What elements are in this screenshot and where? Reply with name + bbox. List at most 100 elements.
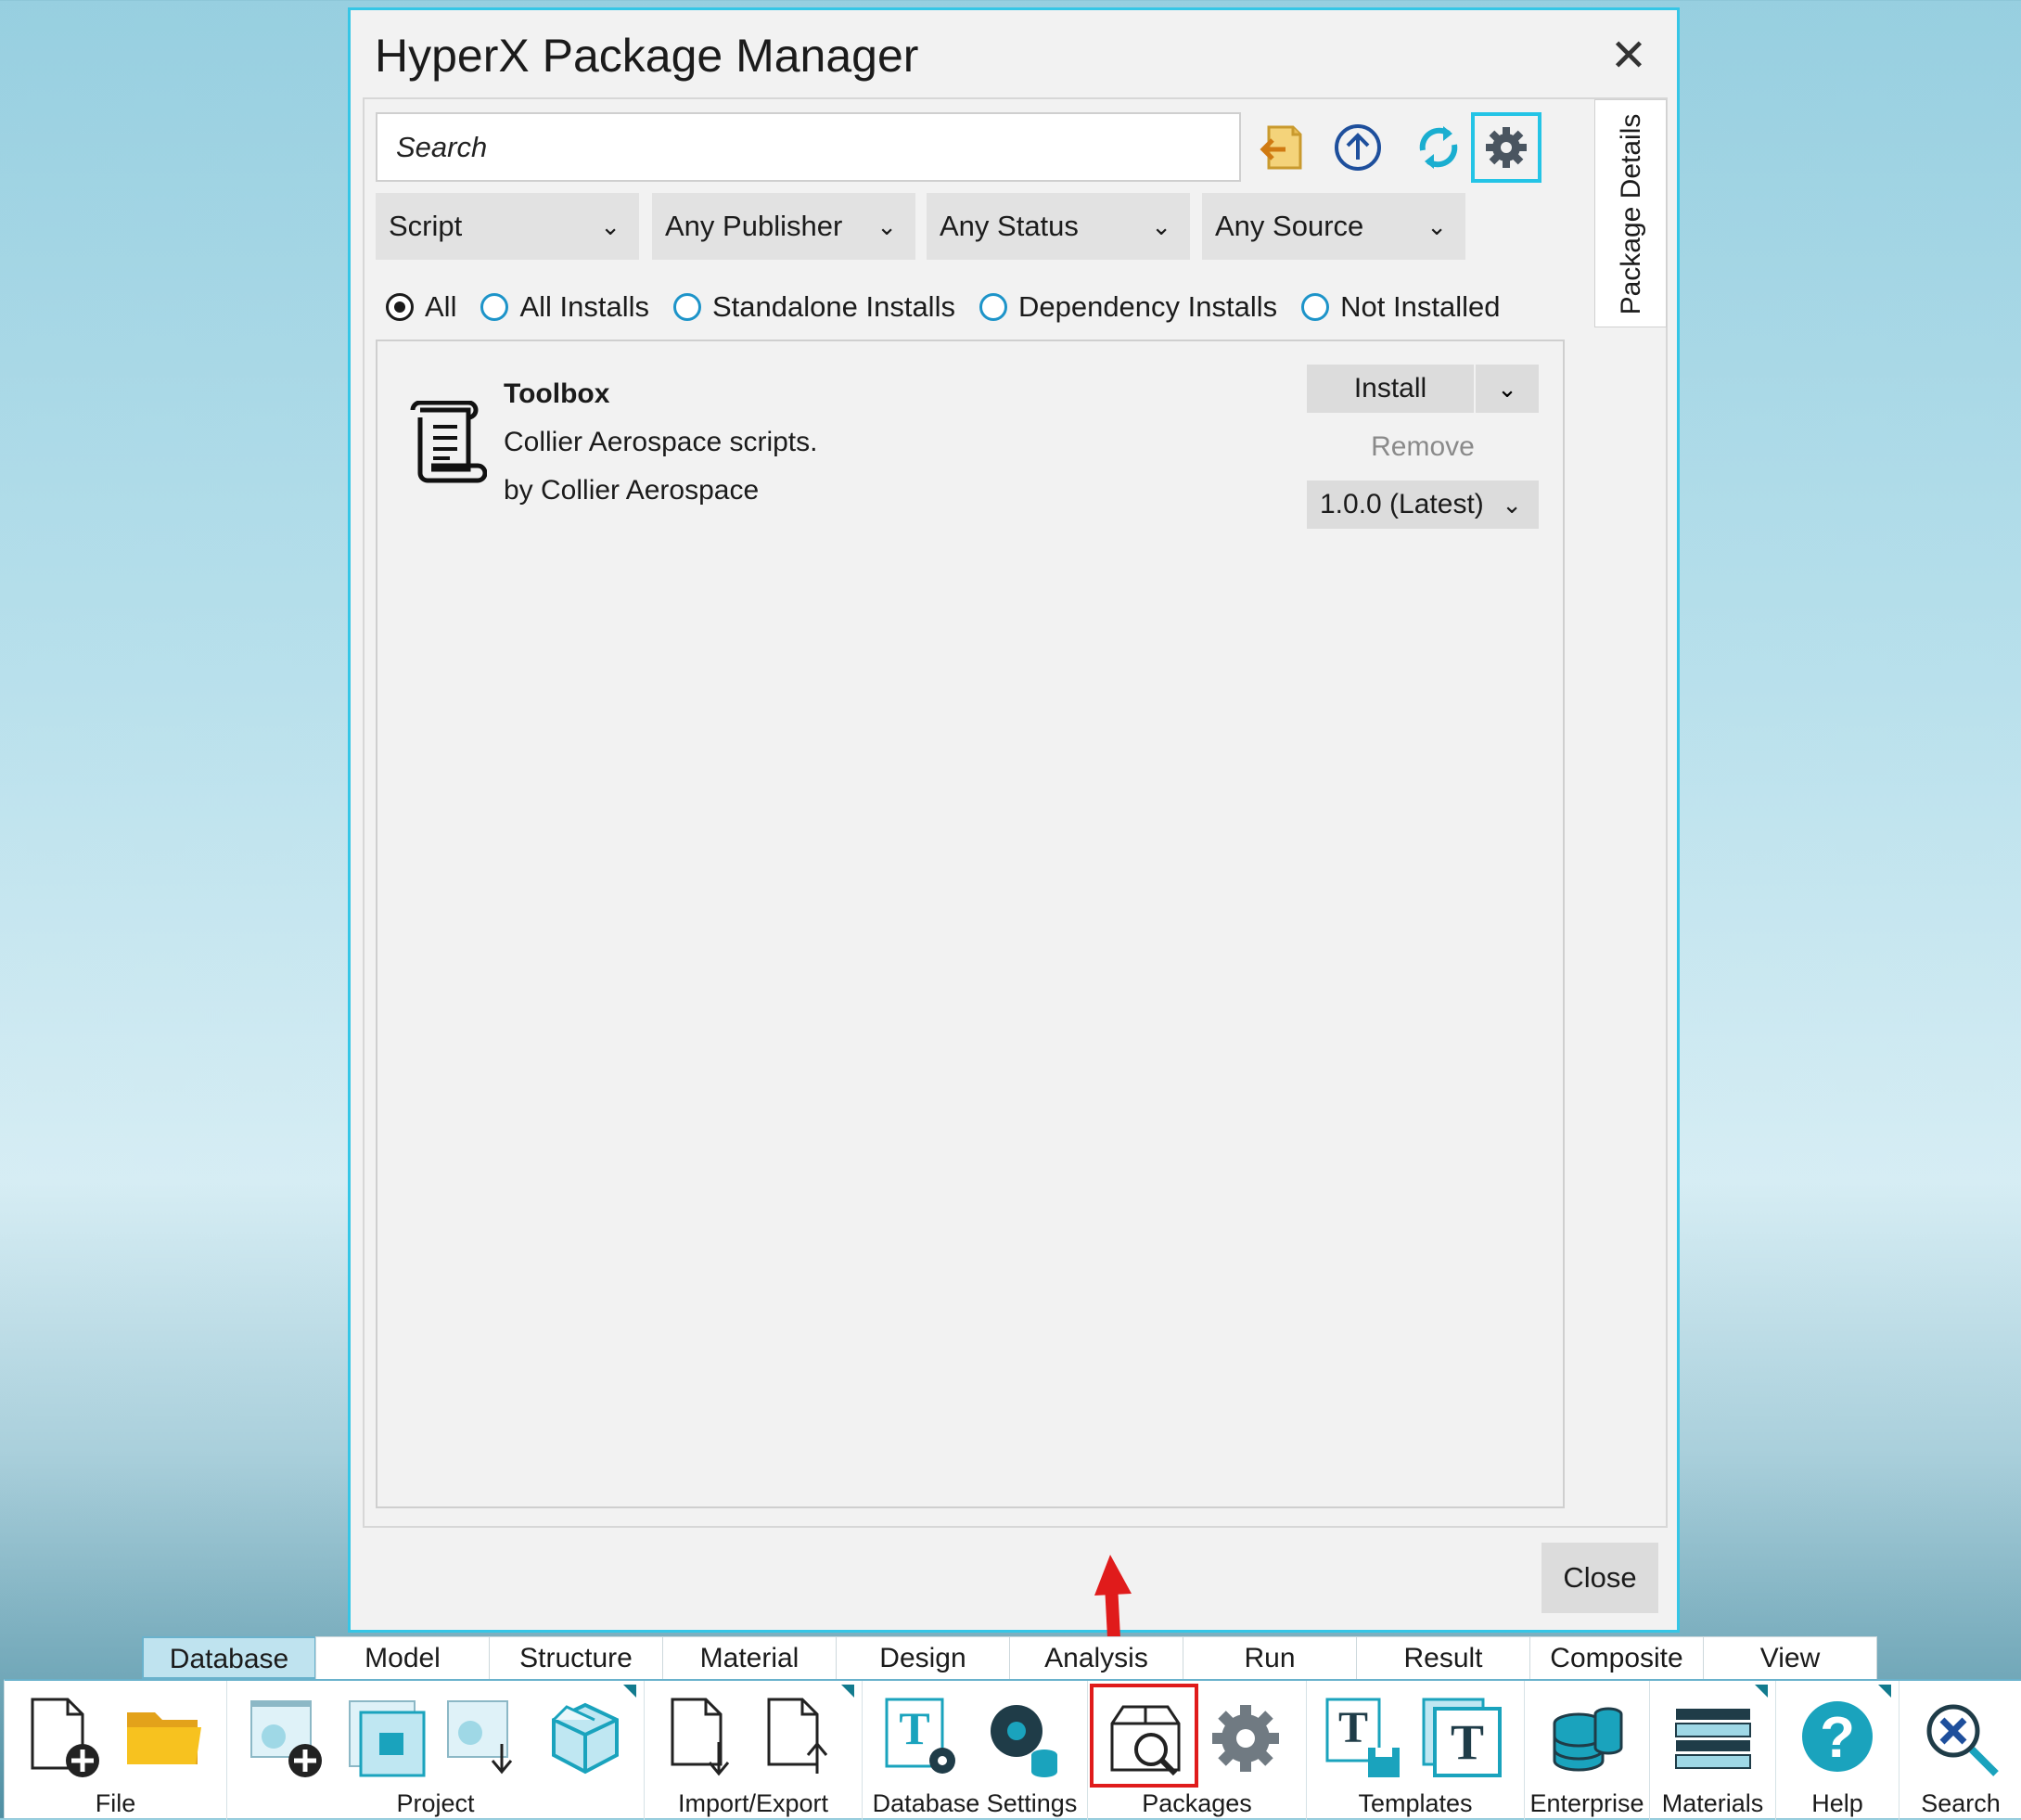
project-import-icon[interactable] [442, 1696, 528, 1781]
package-list: Toolbox Collier Aerospace scripts. by Co… [376, 340, 1565, 1508]
package-publisher: by Collier Aerospace [504, 475, 760, 506]
project-window-icon[interactable] [344, 1696, 429, 1781]
search-input[interactable] [377, 114, 1239, 180]
close-button[interactable]: Close [1541, 1543, 1658, 1613]
radio-label: All [425, 290, 457, 323]
package-settings-icon[interactable] [1203, 1696, 1288, 1781]
install-filter-radios: All All Installs Standalone Installs Dep… [386, 279, 1524, 335]
import-icon[interactable] [663, 1696, 748, 1781]
template-save-icon[interactable]: T [1322, 1696, 1407, 1781]
install-button[interactable]: Install [1307, 365, 1474, 413]
materials-icon[interactable] [1670, 1696, 1756, 1781]
package-box-icon[interactable] [543, 1696, 628, 1781]
ribbon-group-help: ? Help [1776, 1681, 1899, 1820]
status-filter-dropdown[interactable]: Any Status ⌄ [927, 193, 1190, 260]
radio-all-installs[interactable]: All Installs [480, 290, 649, 324]
ribbon-group-import-export: Import/Export [645, 1681, 863, 1820]
radio-standalone-installs[interactable]: Standalone Installs [673, 290, 955, 324]
chevron-down-icon: ⌄ [600, 212, 620, 240]
ribbon-group-search: Search [1899, 1681, 2021, 1820]
group-label-project: Project [396, 1789, 475, 1817]
group-expand-icon[interactable] [1755, 1685, 1768, 1698]
group-label-enterprise: Enterprise [1529, 1789, 1644, 1817]
template-settings-icon[interactable]: T [881, 1696, 966, 1781]
import-package-icon [1260, 125, 1302, 170]
group-label-database-settings: Database Settings [872, 1789, 1078, 1817]
publisher-filter-dropdown[interactable]: Any Publisher ⌄ [652, 193, 915, 260]
version-dropdown[interactable]: 1.0.0 (Latest) ⌄ [1307, 481, 1539, 529]
upload-icon [1335, 124, 1381, 171]
version-value: 1.0.0 (Latest) [1320, 489, 1484, 519]
enterprise-database-icon[interactable] [1545, 1696, 1631, 1781]
type-filter-value: Script [389, 210, 463, 242]
export-icon[interactable] [760, 1696, 845, 1781]
tab-analysis[interactable]: Analysis [1009, 1636, 1183, 1679]
group-label-materials: Materials [1661, 1789, 1764, 1817]
new-file-icon[interactable] [23, 1696, 109, 1781]
radio-label: Standalone Installs [712, 290, 955, 323]
svg-text:T: T [1451, 1714, 1484, 1770]
group-label-file: File [95, 1789, 136, 1817]
svg-text:T: T [899, 1702, 929, 1754]
import-package-button[interactable] [1247, 112, 1317, 183]
refresh-button[interactable] [1403, 112, 1474, 183]
search-box[interactable] [376, 112, 1241, 182]
group-label-search: Search [1921, 1789, 2001, 1817]
ribbon-group-database-settings: T Database Settings [863, 1681, 1088, 1820]
template-icon[interactable]: T [1420, 1696, 1505, 1781]
tab-structure[interactable]: Structure [489, 1636, 663, 1679]
database-gear-icon[interactable] [979, 1696, 1065, 1781]
radio-dependency-installs[interactable]: Dependency Installs [979, 290, 1277, 324]
ribbon-group-enterprise: Enterprise [1525, 1681, 1650, 1820]
type-filter-dropdown[interactable]: Script ⌄ [376, 193, 639, 260]
ribbon-tabs: Database Model Structure Material Design… [142, 1636, 1877, 1679]
chevron-down-icon: ⌄ [1426, 212, 1447, 240]
radio-not-installed[interactable]: Not Installed [1301, 290, 1500, 324]
gear-icon [1486, 127, 1527, 168]
open-folder-icon[interactable] [123, 1696, 209, 1781]
source-filter-dropdown[interactable]: Any Source ⌄ [1202, 193, 1465, 260]
radio-label: All Installs [519, 290, 649, 323]
radio-dot [979, 293, 1007, 321]
install-label: Install [1353, 373, 1427, 404]
tab-database[interactable]: Database [142, 1636, 316, 1679]
radio-dot [1301, 293, 1330, 321]
tab-result[interactable]: Result [1356, 1636, 1530, 1679]
install-options-dropdown[interactable]: ⌄ [1474, 365, 1539, 413]
upload-button[interactable] [1323, 112, 1393, 183]
radio-dot [386, 293, 414, 321]
close-icon[interactable]: ✕ [1603, 31, 1655, 83]
scroll-icon [410, 401, 487, 483]
radio-all[interactable]: All [386, 290, 456, 324]
radio-dot [480, 293, 509, 321]
tab-view[interactable]: View [1703, 1636, 1877, 1679]
package-name: Toolbox [504, 378, 610, 409]
dialog-title: HyperX Package Manager [375, 30, 919, 82]
search-icon[interactable] [1918, 1696, 2003, 1781]
group-expand-icon[interactable] [1878, 1685, 1891, 1698]
settings-button[interactable] [1471, 112, 1541, 183]
radio-label: Dependency Installs [1017, 290, 1278, 323]
ribbon-group-materials: Materials [1650, 1681, 1776, 1820]
packages-highlight-box [1090, 1684, 1198, 1788]
package-details-tab[interactable]: Package Details [1594, 99, 1667, 327]
chevron-down-icon: ⌄ [1502, 491, 1522, 519]
radio-label: Not Installed [1340, 290, 1501, 323]
remove-button[interactable]: Remove [1307, 423, 1539, 471]
help-icon[interactable]: ? [1795, 1696, 1880, 1781]
ribbon-group-file: File [5, 1681, 227, 1820]
publisher-filter-value: Any Publisher [665, 210, 843, 242]
radio-dot [673, 293, 701, 321]
chevron-down-icon: ⌄ [1497, 375, 1517, 403]
group-expand-icon[interactable] [623, 1685, 636, 1698]
tab-run[interactable]: Run [1183, 1636, 1357, 1679]
tab-model[interactable]: Model [315, 1636, 490, 1679]
ribbon-bar: File Project Import/Export T Database Se… [4, 1679, 2021, 1820]
group-expand-icon[interactable] [841, 1685, 854, 1698]
group-label-help: Help [1811, 1789, 1863, 1817]
new-project-icon[interactable] [246, 1696, 331, 1781]
group-label-packages: Packages [1142, 1789, 1252, 1817]
tab-design[interactable]: Design [836, 1636, 1010, 1679]
tab-composite[interactable]: Composite [1529, 1636, 1704, 1679]
tab-material[interactable]: Material [662, 1636, 837, 1679]
